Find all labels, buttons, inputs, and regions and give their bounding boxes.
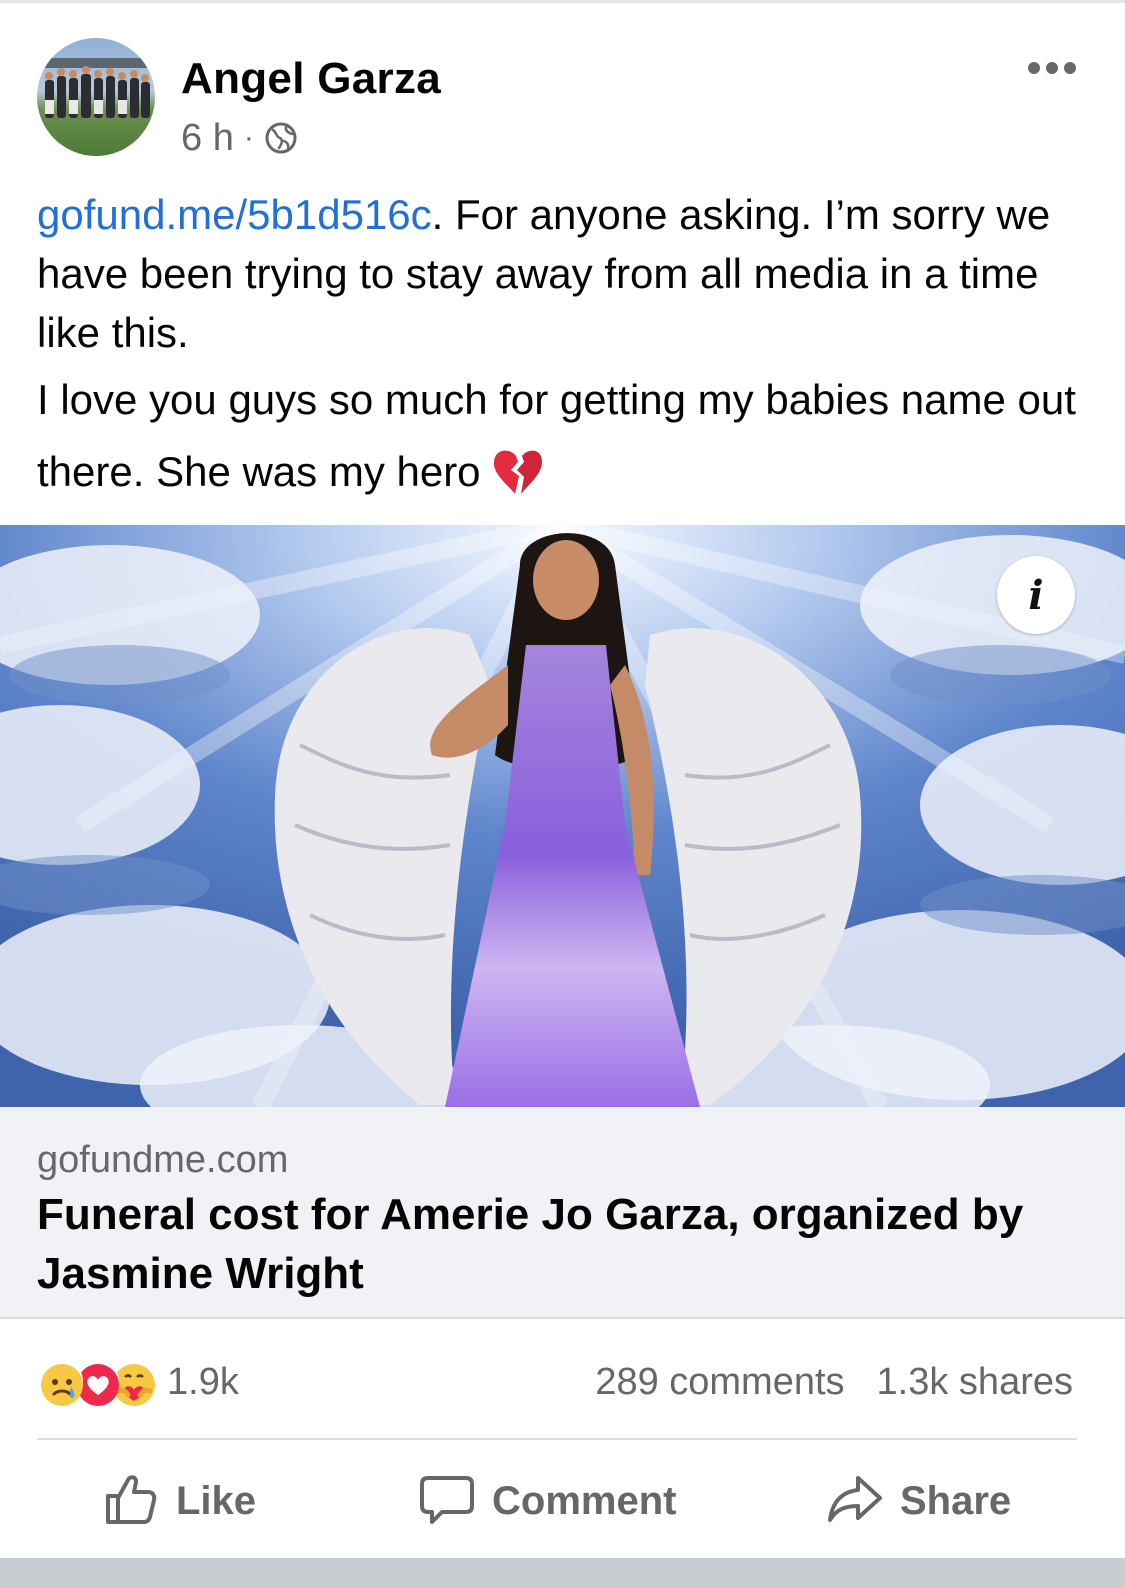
thumbs-up-icon	[102, 1470, 160, 1533]
link-domain: gofundme.com	[37, 1139, 289, 1181]
broken-heart-icon	[491, 446, 545, 498]
reactions-summary[interactable]: 1.9k	[35, 1356, 239, 1408]
info-button[interactable]: i	[997, 556, 1075, 634]
shares-count[interactable]: 1.3k shares	[877, 1361, 1073, 1404]
engagement-counts: 289 comments 1.3k shares	[595, 1356, 1073, 1408]
top-divider	[0, 0, 1125, 3]
share-icon	[826, 1470, 884, 1533]
meta-separator: ·	[243, 121, 254, 154]
actions-divider	[37, 1438, 1077, 1440]
post-text-line2: I love you guys so much for getting my b…	[37, 376, 1076, 495]
reaction-count: 1.9k	[167, 1360, 239, 1403]
like-label: Like	[176, 1478, 257, 1523]
comment-icon	[418, 1470, 476, 1533]
author-name[interactable]: Angel Garza	[181, 54, 441, 104]
gofundme-link[interactable]: gofund.me/5b1d516c	[37, 191, 432, 238]
comments-count[interactable]: 289 comments	[595, 1361, 844, 1404]
like-button[interactable]: Like	[102, 1462, 256, 1540]
share-button[interactable]: Share	[826, 1462, 1011, 1540]
post-image[interactable]: i	[0, 525, 1125, 1107]
post-paragraph-2: I love you guys so much for getting my b…	[37, 364, 1097, 508]
sad-reaction-icon	[35, 1358, 83, 1406]
link-preview-card[interactable]: gofundme.com Funeral cost for Amerie Jo …	[0, 1107, 1125, 1319]
comment-label: Comment	[492, 1478, 677, 1523]
post-timestamp[interactable]: 6 h	[181, 117, 234, 160]
share-label: Share	[900, 1478, 1012, 1523]
feed-separator	[0, 1558, 1125, 1588]
author-avatar[interactable]	[37, 38, 155, 156]
comment-button[interactable]: Comment	[418, 1462, 676, 1540]
globe-icon	[264, 121, 298, 155]
post-paragraph-1: gofund.me/5b1d516c. For anyone asking. I…	[37, 185, 1097, 362]
facebook-post: Angel Garza 6 h · gofund.me/5b1d516c. Fo…	[0, 0, 1125, 1588]
post-meta: 6 h ·	[181, 116, 298, 160]
more-options-icon[interactable]	[1027, 60, 1077, 76]
action-bar: Like Comment Share	[0, 1462, 1125, 1540]
post-text: gofund.me/5b1d516c. For anyone asking. I…	[37, 185, 1097, 508]
link-title: Funeral cost for Amerie Jo Garza, organi…	[37, 1190, 1024, 1298]
